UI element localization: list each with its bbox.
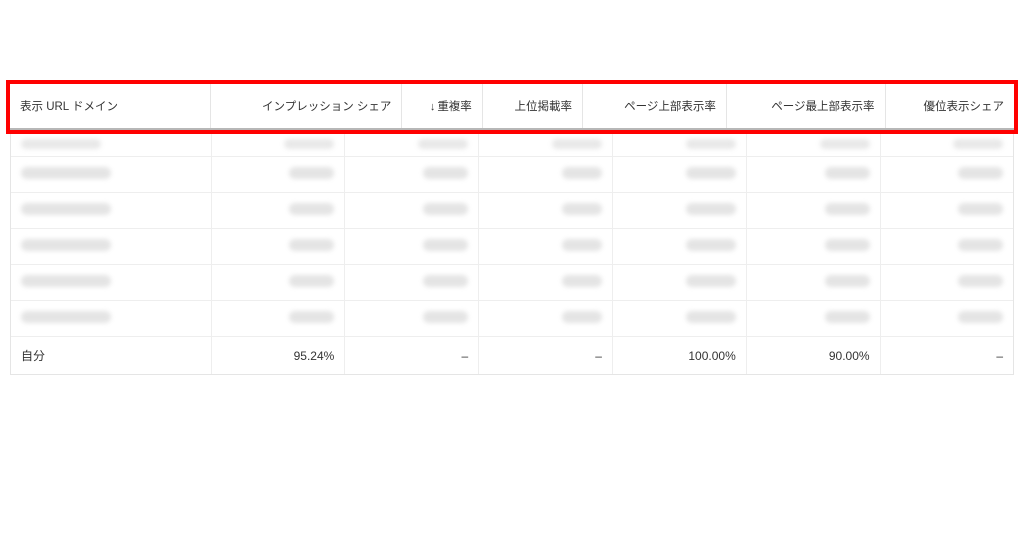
col-header-label: 重複率 [437, 101, 472, 113]
cell-outranking-share: – [880, 337, 1013, 375]
table-row [11, 301, 1013, 337]
col-header-domain[interactable]: 表示 URL ドメイン [10, 84, 210, 129]
cell-impression-share: 95.24% [211, 337, 345, 375]
col-header-position-above[interactable]: 上位掲載率 [482, 84, 582, 129]
cell-overlap-rate: – [345, 337, 479, 375]
col-header-abs-top-of-page[interactable]: ページ最上部表示率 [726, 84, 885, 129]
auction-insights-table-body: 自分 95.24% – – 100.00% 90.00% – [11, 134, 1013, 374]
col-header-impression-share[interactable]: インプレッション シェア [210, 84, 402, 129]
table-row [11, 265, 1013, 301]
col-header-outranking-share[interactable]: 優位表示シェア [885, 84, 1014, 129]
auction-insights-table-body-wrap: 自分 95.24% – – 100.00% 90.00% – [10, 134, 1014, 375]
col-header-overlap-rate[interactable]: ↓重複率 [402, 84, 482, 129]
table-row [11, 157, 1013, 193]
col-header-label: ページ最上部表示率 [771, 101, 874, 113]
table-row [11, 229, 1013, 265]
col-header-top-of-page[interactable]: ページ上部表示率 [583, 84, 727, 129]
cell-domain: 自分 [11, 337, 211, 375]
col-header-label: インプレッション シェア [262, 101, 391, 113]
table-row [11, 134, 1013, 157]
sort-desc-icon: ↓ [430, 101, 436, 113]
col-header-label: 表示 URL ドメイン [20, 101, 118, 113]
cell-abs-top-of-page: 90.00% [746, 337, 880, 375]
table-row [11, 193, 1013, 229]
col-header-label: ページ上部表示率 [624, 101, 716, 113]
col-header-label: 優位表示シェア [924, 101, 1005, 113]
cell-top-of-page: 100.00% [612, 337, 746, 375]
cell-position-above: – [479, 337, 613, 375]
col-header-label: 上位掲載率 [515, 101, 573, 113]
table-row-self: 自分 95.24% – – 100.00% 90.00% – [11, 337, 1013, 375]
header-row: 表示 URL ドメイン インプレッション シェア ↓重複率 上位掲載率 ページ上… [10, 84, 1014, 129]
header-highlight-box: 表示 URL ドメイン インプレッション シェア ↓重複率 上位掲載率 ページ上… [6, 80, 1018, 134]
auction-insights-table-header: 表示 URL ドメイン インプレッション シェア ↓重複率 上位掲載率 ページ上… [10, 84, 1014, 130]
